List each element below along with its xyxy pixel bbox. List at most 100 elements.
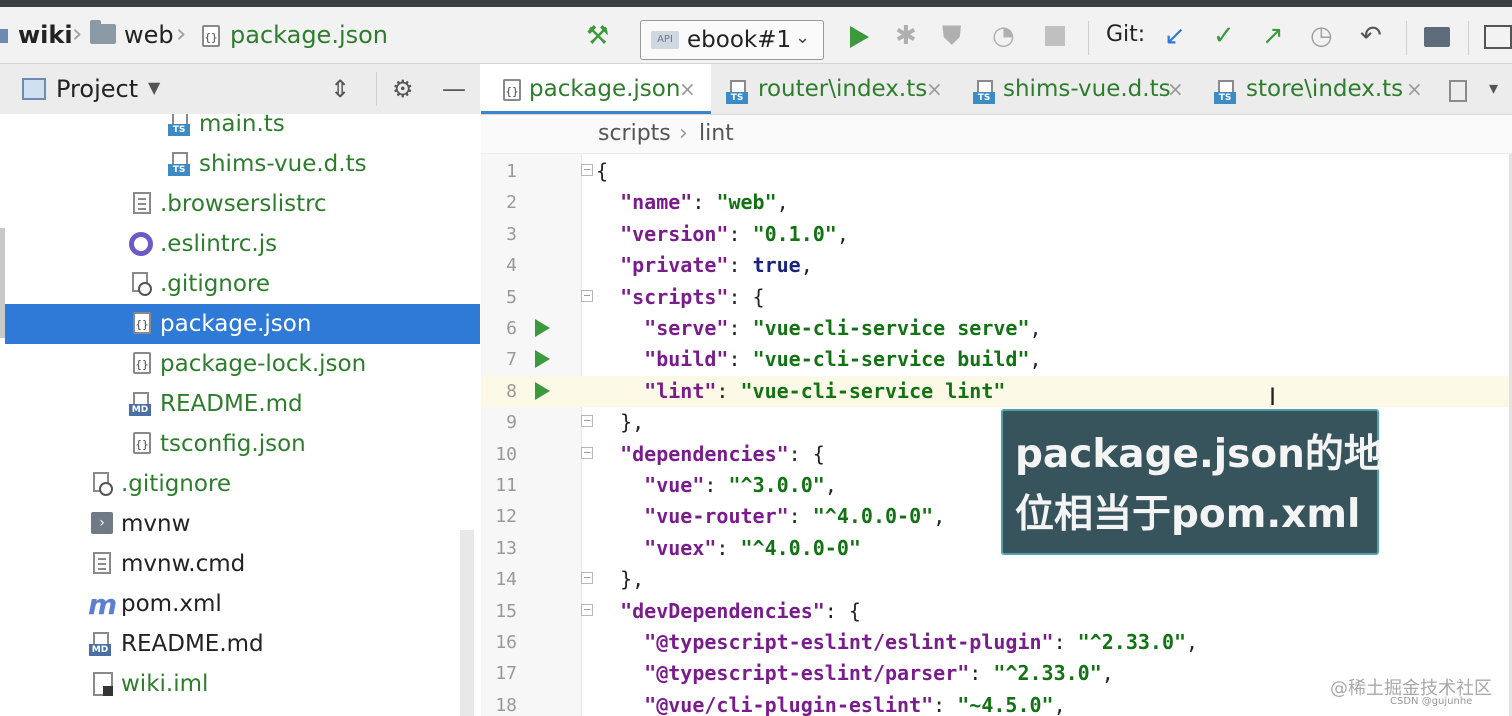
tab-label: router\index.ts — [758, 76, 928, 102]
run-script-icon[interactable] — [535, 381, 550, 400]
tree-item-label: .browserslistrc — [160, 191, 327, 217]
profiler-icon[interactable]: ◔ — [992, 22, 1015, 50]
tree-item[interactable]: m pom.xml — [5, 584, 480, 624]
fold-marker-icon[interactable] — [581, 289, 593, 302]
run-configuration-label: ebook#1 — [687, 27, 792, 53]
line-number: 6 — [506, 318, 517, 339]
iml-file-icon — [93, 672, 113, 696]
subtitle-overlay: package.json的地 位相当于pom.xml — [1001, 409, 1383, 555]
line-number: 10 — [495, 443, 517, 465]
line-number: 7 — [506, 349, 517, 371]
tree-item[interactable]: MD README.md — [5, 624, 480, 664]
run-script-icon[interactable] — [535, 319, 550, 337]
tree-item[interactable]: mvnw.cmd — [5, 544, 480, 584]
code-text: "dependencies": { — [620, 441, 825, 466]
line-number: 15 — [495, 600, 517, 622]
close-icon[interactable]: × — [1406, 76, 1423, 102]
tree-item-label: README.md — [121, 631, 264, 657]
breadcrumb-scripts[interactable]: scripts — [598, 119, 671, 149]
code-text: "@vue/cli-plugin-eslint": "~4.5.0", — [644, 692, 1066, 716]
gear-icon[interactable]: ⚙ — [392, 75, 414, 103]
more-tabs-icon[interactable] — [1449, 80, 1467, 102]
hide-panel-icon[interactable]: — — [442, 75, 466, 103]
line-number: 9 — [506, 412, 517, 434]
tab-package-json[interactable]: package.json × — [481, 64, 711, 114]
tree-item[interactable]: .eslintrc.js — [5, 224, 480, 264]
ts-file-icon: TS — [1214, 80, 1236, 104]
tab-store-index-ts[interactable]: TS store\index.ts × — [1206, 64, 1436, 114]
maven-icon: m — [88, 588, 118, 621]
run-anything-icon[interactable] — [1484, 25, 1512, 49]
tree-item[interactable]: TS shims-vue.d.ts — [5, 144, 480, 184]
json-file-icon — [503, 79, 521, 101]
fold-marker-icon[interactable] — [581, 415, 593, 428]
tree-item[interactable]: TS main.ts — [5, 114, 480, 144]
close-icon[interactable]: × — [679, 76, 696, 102]
code-line[interactable]: 14 }, — [481, 564, 1512, 595]
code-line[interactable]: 3 "version": "0.1.0", — [481, 219, 1512, 250]
tree-item[interactable]: tsconfig.json — [5, 424, 480, 464]
code-line[interactable]: 7 "build": "vue-cli-service build", — [481, 344, 1512, 375]
fold-marker-icon[interactable] — [581, 603, 593, 616]
line-number: 11 — [495, 475, 517, 496]
line-number: 3 — [506, 223, 517, 245]
navigation-bar: wiki › web › package.json ⚒ API ebook#1 … — [0, 7, 1512, 64]
chevron-down-icon[interactable]: ▼ — [148, 78, 160, 97]
tree-item-label: README.md — [160, 391, 303, 417]
watermark-small: CSDN @gujunhe — [1390, 696, 1473, 707]
run-configuration-select[interactable]: API ebook#1 ⌄ — [640, 20, 824, 60]
debug-bug-icon[interactable]: ✱ — [895, 22, 917, 50]
breadcrumb-web[interactable]: web — [124, 20, 174, 50]
git-push-icon[interactable]: ↗ — [1262, 22, 1284, 50]
tree-item[interactable]: › mvnw — [5, 504, 480, 544]
close-icon[interactable]: × — [1167, 76, 1184, 102]
tab-list-chevron-icon[interactable]: ▾ — [1489, 78, 1498, 99]
json-file-icon — [202, 25, 220, 47]
code-line[interactable]: 4 "private": true, — [481, 250, 1512, 281]
line-number: 18 — [495, 694, 517, 716]
git-commit-icon[interactable]: ✓ — [1213, 22, 1235, 50]
fold-marker-icon[interactable] — [581, 446, 593, 459]
code-line[interactable]: 6 "serve": "vue-cli-service serve", — [481, 313, 1512, 344]
tree-item[interactable]: package-lock.json — [5, 344, 480, 384]
tree-item-selected[interactable]: package.json — [5, 304, 480, 344]
tree-item[interactable]: wiki.iml — [5, 664, 480, 704]
tree-vertical-scrollbar[interactable] — [460, 530, 474, 716]
code-line[interactable]: 15 "devDependencies": { — [481, 596, 1512, 627]
hammer-build-icon[interactable]: ⚒ — [586, 22, 609, 50]
line-number: 8 — [506, 380, 517, 402]
breadcrumb-wiki[interactable]: wiki — [18, 20, 73, 50]
breadcrumb-package-json[interactable]: package.json — [230, 20, 388, 50]
code-line[interactable]: 5 "scripts": { — [481, 282, 1512, 313]
chevron-right-icon: › — [176, 19, 187, 49]
history-clock-icon[interactable]: ◷ — [1310, 22, 1333, 50]
tree-item[interactable]: MD README.md — [5, 384, 480, 424]
tree-item[interactable]: .gitignore — [5, 464, 480, 504]
tree-item[interactable]: .gitignore — [5, 264, 480, 304]
run-script-icon[interactable] — [535, 350, 550, 369]
close-icon[interactable]: × — [926, 76, 943, 102]
tab-router-index-ts[interactable]: TS router\index.ts × — [716, 64, 956, 114]
git-update-icon[interactable]: ↙ — [1164, 22, 1186, 50]
tree-item[interactable]: .browserslistrc — [5, 184, 480, 224]
breadcrumb-lint[interactable]: lint — [699, 119, 734, 149]
tab-shims-vue-d-ts[interactable]: TS shims-vue.d.ts × — [961, 64, 1201, 114]
code-line[interactable]: 8 "lint": "vue-cli-service lint" — [481, 375, 1512, 407]
tab-label: store\index.ts — [1246, 76, 1404, 102]
tree-item-label: mvnw.cmd — [121, 551, 246, 577]
code-line[interactable]: 16 "@typescript-eslint/eslint-plugin": "… — [481, 627, 1512, 658]
collapse-all-icon[interactable]: ⇕ — [330, 75, 350, 103]
coverage-icon[interactable]: ⛊ — [942, 22, 962, 50]
fold-marker-icon[interactable] — [581, 164, 593, 176]
tree-item-label: wiki.iml — [121, 671, 209, 697]
run-icon[interactable] — [850, 26, 869, 48]
project-panel-title[interactable]: Project — [56, 74, 138, 104]
stop-icon[interactable] — [1045, 26, 1065, 46]
line-number: 17 — [495, 663, 517, 685]
rollback-icon[interactable]: ↶ — [1360, 22, 1382, 50]
fold-marker-icon[interactable] — [581, 572, 593, 585]
project-structure-icon[interactable] — [1424, 27, 1450, 47]
code-line[interactable]: 1{ — [481, 156, 1512, 187]
line-number: 2 — [506, 192, 517, 214]
code-line[interactable]: 2 "name": "web", — [481, 187, 1512, 218]
